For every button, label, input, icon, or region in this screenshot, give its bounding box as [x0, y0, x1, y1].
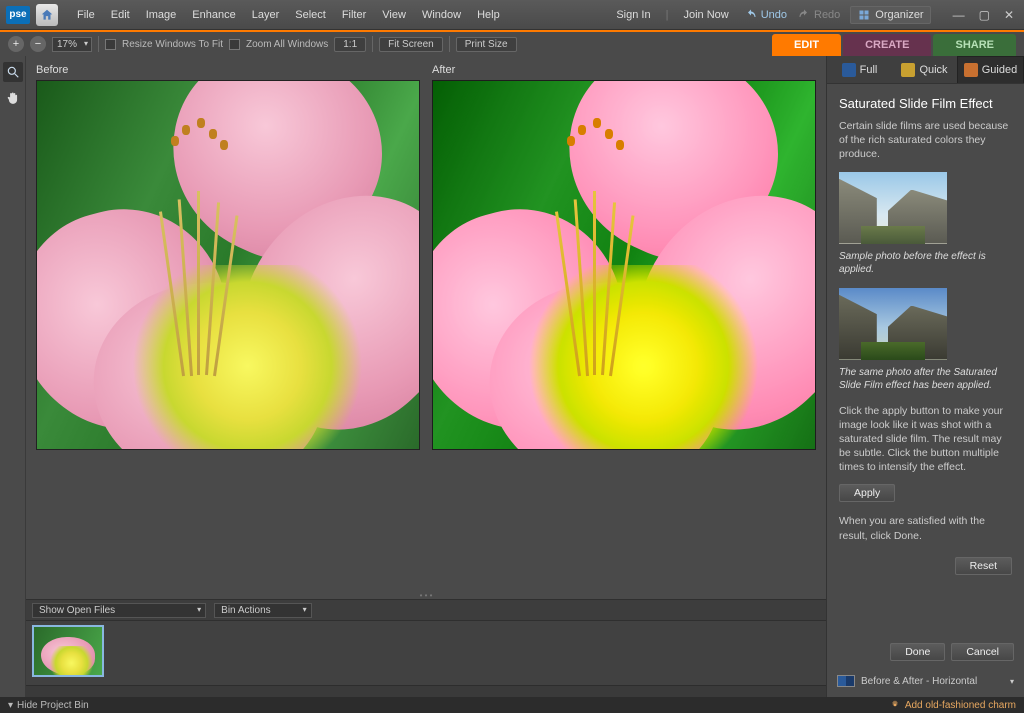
- menu-layer[interactable]: Layer: [245, 5, 287, 25]
- apply-button[interactable]: Apply: [839, 484, 895, 502]
- sample-before: [839, 172, 947, 244]
- after-label: After: [432, 64, 816, 76]
- right-panel: Full Quick Guided Saturated Slide Film E…: [826, 56, 1024, 697]
- before-column: Before: [36, 64, 420, 583]
- join-now-link[interactable]: Join Now: [678, 6, 733, 24]
- tab-share[interactable]: SHARE: [933, 34, 1016, 56]
- one-to-one-button[interactable]: 1:1: [334, 37, 366, 52]
- full-icon: [842, 63, 856, 77]
- zoom-out-button[interactable]: −: [30, 36, 46, 52]
- sample-after: [839, 288, 947, 360]
- cancel-button[interactable]: Cancel: [951, 643, 1014, 661]
- fit-screen-button[interactable]: Fit Screen: [379, 37, 443, 52]
- resize-windows-checkbox[interactable]: [105, 39, 116, 50]
- panel-divider[interactable]: • • •: [26, 591, 826, 599]
- menu-filter[interactable]: Filter: [335, 5, 373, 25]
- after-column: After: [432, 64, 816, 583]
- zoom-tool[interactable]: [3, 62, 23, 82]
- collapse-bin-icon[interactable]: ▾: [8, 700, 13, 711]
- hand-tool[interactable]: [3, 88, 23, 108]
- before-after-icon: [837, 675, 855, 687]
- grid-icon: [857, 9, 871, 21]
- menu-file[interactable]: File: [70, 5, 102, 25]
- subtab-guided[interactable]: Guided: [957, 56, 1024, 83]
- home-button[interactable]: [36, 4, 58, 26]
- hand-icon: [6, 91, 20, 105]
- minimize-button[interactable]: —: [949, 6, 969, 24]
- bin-actions-select[interactable]: Bin Actions: [214, 603, 311, 618]
- effect-done-hint: When you are satisfied with the result, …: [839, 514, 1012, 542]
- menu-help[interactable]: Help: [470, 5, 507, 25]
- bin-scrollbar[interactable]: [26, 685, 826, 697]
- bin-bar: Show Open Files Bin Actions: [26, 599, 826, 621]
- redo-button[interactable]: Redo: [797, 9, 840, 21]
- sign-in-link[interactable]: Sign In: [611, 6, 655, 24]
- project-bin: [26, 621, 826, 685]
- subtab-quick[interactable]: Quick: [892, 56, 957, 83]
- undo-button[interactable]: Undo: [744, 9, 787, 21]
- menu-view[interactable]: View: [375, 5, 413, 25]
- tab-create[interactable]: CREATE: [843, 34, 931, 56]
- bin-thumbnail[interactable]: [32, 625, 104, 677]
- menu-image[interactable]: Image: [139, 5, 184, 25]
- organizer-button[interactable]: Organizer: [850, 6, 930, 24]
- caption-after: The same photo after the Saturated Slide…: [839, 366, 1012, 392]
- subtab-full[interactable]: Full: [827, 56, 892, 83]
- tool-column: [0, 56, 26, 697]
- options-bar: + − 17% Resize Windows To Fit Zoom All W…: [0, 30, 1024, 56]
- before-label: Before: [36, 64, 420, 76]
- menu-window[interactable]: Window: [415, 5, 468, 25]
- print-size-button[interactable]: Print Size: [456, 37, 517, 52]
- home-icon: [40, 8, 54, 22]
- hide-project-bin[interactable]: Hide Project Bin: [17, 700, 89, 711]
- zoom-all-checkbox[interactable]: [229, 39, 240, 50]
- effect-instructions: Click the apply button to make your imag…: [839, 404, 1012, 475]
- caption-before: Sample photo before the effect is applie…: [839, 250, 1012, 276]
- redo-icon: [797, 9, 811, 21]
- resize-windows-label: Resize Windows To Fit: [122, 39, 223, 50]
- effect-intro: Certain slide films are used because of …: [839, 119, 1012, 162]
- gear-icon: [890, 700, 900, 710]
- zoom-all-label: Zoom All Windows: [246, 39, 328, 50]
- zoom-select[interactable]: 17%: [52, 37, 92, 52]
- done-button[interactable]: Done: [890, 643, 945, 661]
- menu-enhance[interactable]: Enhance: [185, 5, 242, 25]
- chevron-down-icon: ▾: [1010, 677, 1014, 686]
- effect-title: Saturated Slide Film Effect: [839, 96, 1012, 111]
- menu-select[interactable]: Select: [288, 5, 333, 25]
- undo-icon: [744, 9, 758, 21]
- close-button[interactable]: ✕: [1000, 6, 1018, 24]
- app-logo: pse: [6, 6, 30, 24]
- workspace: Before: [26, 56, 826, 697]
- magnifier-icon: [6, 65, 20, 79]
- maximize-button[interactable]: ▢: [975, 6, 994, 24]
- guided-icon: [964, 63, 978, 77]
- menu-items: File Edit Image Enhance Layer Select Fil…: [70, 5, 507, 25]
- tab-edit[interactable]: EDIT: [772, 34, 841, 56]
- menu-edit[interactable]: Edit: [104, 5, 137, 25]
- reset-button[interactable]: Reset: [955, 557, 1012, 575]
- quick-icon: [901, 63, 915, 77]
- status-tip: Add old-fashioned charm: [905, 700, 1016, 711]
- menu-bar: pse File Edit Image Enhance Layer Select…: [0, 0, 1024, 30]
- bin-filter-select[interactable]: Show Open Files: [32, 603, 206, 618]
- view-mode-select[interactable]: Before & After - Horizontal ▾: [827, 669, 1024, 697]
- status-bar: ▾ Hide Project Bin Add old-fashioned cha…: [0, 697, 1024, 713]
- after-image[interactable]: [432, 80, 816, 450]
- before-image[interactable]: [36, 80, 420, 450]
- zoom-in-button[interactable]: +: [8, 36, 24, 52]
